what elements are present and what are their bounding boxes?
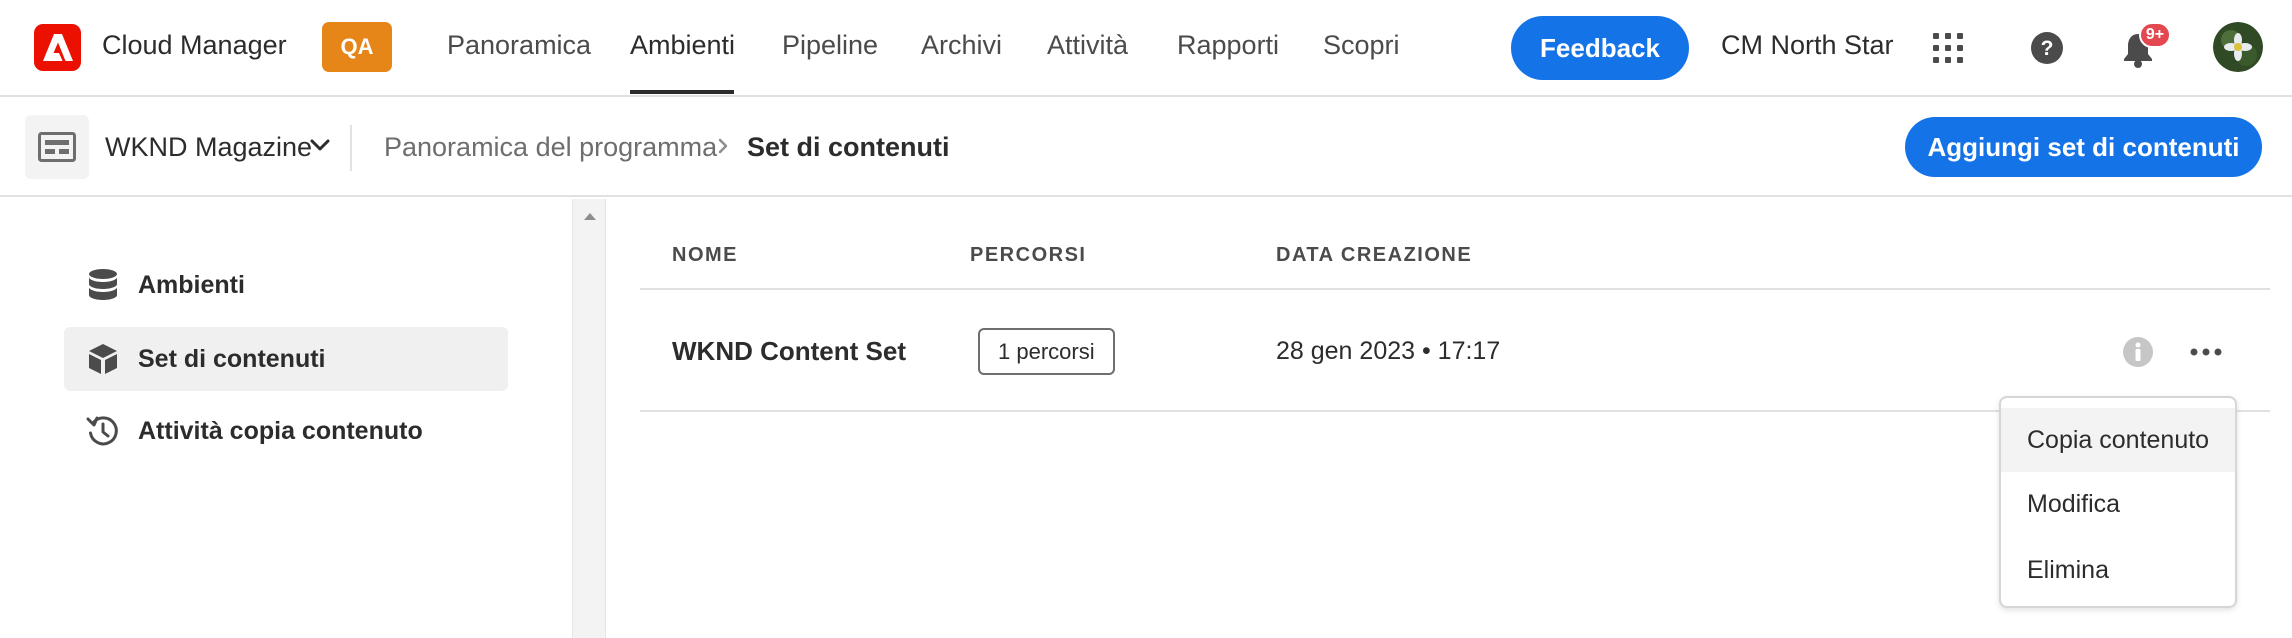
- apps-grid-icon[interactable]: [1928, 28, 1968, 68]
- organization-switcher[interactable]: CM North Star: [1721, 30, 1894, 61]
- nav-tab-ambienti[interactable]: Ambienti: [630, 30, 735, 61]
- breadcrumb-current-page: Set di contenuti: [747, 132, 950, 162]
- sidebar-item-label: Set di contenuti: [138, 344, 326, 373]
- content-set-icon: [84, 340, 122, 378]
- user-avatar[interactable]: [2213, 22, 2263, 72]
- menu-item-delete[interactable]: Elimina: [2001, 538, 2235, 602]
- adobe-logo-mark: [42, 34, 73, 61]
- active-tab-indicator: [630, 90, 734, 94]
- history-icon: [84, 412, 122, 450]
- menu-item-copy-content[interactable]: Copia contenuto: [2001, 408, 2235, 472]
- add-content-set-button[interactable]: Aggiungi set di contenuti: [1905, 117, 2262, 177]
- program-selector[interactable]: WKND Magazine: [105, 132, 312, 163]
- created-date: 28 gen 2023 • 17:17: [1276, 337, 1501, 365]
- column-header-paths[interactable]: PERCORSI: [970, 244, 1086, 267]
- chevron-right-icon: [716, 137, 730, 160]
- scroll-up-arrow-icon[interactable]: [582, 209, 598, 227]
- database-icon: [84, 266, 122, 304]
- subheader-divider: [350, 125, 352, 171]
- sidebar-scrollbar[interactable]: [572, 199, 606, 638]
- feedback-button[interactable]: Feedback: [1511, 16, 1689, 80]
- breadcrumb-program-overview[interactable]: Panoramica del programma: [384, 132, 717, 163]
- program-icon: [25, 115, 89, 179]
- nav-tab-rapporti[interactable]: Rapporti: [1177, 30, 1279, 61]
- environment-badge: QA: [322, 22, 392, 72]
- nav-tab-scopri[interactable]: Scopri: [1323, 30, 1400, 61]
- help-icon[interactable]: ?: [2027, 28, 2067, 68]
- paths-count-tag[interactable]: 1 percorsi: [978, 328, 1115, 375]
- nav-tab-pipeline[interactable]: Pipeline: [782, 30, 878, 61]
- app-title[interactable]: Cloud Manager: [102, 30, 287, 61]
- column-header-name[interactable]: NOME: [672, 244, 738, 267]
- sidebar: Ambienti Set di contenuti Attività copia…: [0, 199, 572, 638]
- sidebar-item-label: Ambienti: [138, 270, 245, 299]
- svg-text:?: ?: [2041, 37, 2054, 60]
- sidebar-item-environments[interactable]: Ambienti: [64, 253, 508, 317]
- adobe-logo[interactable]: [34, 24, 81, 71]
- info-icon[interactable]: [2122, 336, 2154, 373]
- table-header: NOME PERCORSI DATA CREAZIONE: [640, 232, 2270, 290]
- more-actions-icon[interactable]: [2188, 336, 2224, 373]
- nav-tab-archivi[interactable]: Archivi: [921, 30, 1002, 61]
- content-set-name[interactable]: WKND Content Set: [672, 336, 906, 367]
- program-subheader: WKND Magazine Panoramica del programma S…: [0, 97, 2292, 197]
- sidebar-item-label: Attività copia contenuto: [138, 416, 423, 445]
- notification-count-badge: 9+: [2139, 22, 2171, 48]
- menu-item-edit[interactable]: Modifica: [2001, 472, 2235, 536]
- nav-tab-panoramica[interactable]: Panoramica: [447, 30, 591, 61]
- table-row[interactable]: WKND Content Set 1 percorsi 28 gen 2023 …: [640, 292, 2270, 412]
- column-header-created-date[interactable]: DATA CREAZIONE: [1276, 244, 1472, 267]
- nav-tab-attivita[interactable]: Attività: [1047, 30, 1128, 61]
- top-navigation-bar: Cloud Manager QA Panoramica Ambienti Pip…: [0, 0, 2292, 97]
- sidebar-item-content-sets[interactable]: Set di contenuti: [64, 327, 508, 391]
- chevron-down-icon[interactable]: [309, 137, 331, 158]
- row-actions-menu: Copia contenuto Modifica Elimina: [1999, 396, 2237, 608]
- sidebar-item-copy-content-activity[interactable]: Attività copia contenuto: [64, 399, 508, 463]
